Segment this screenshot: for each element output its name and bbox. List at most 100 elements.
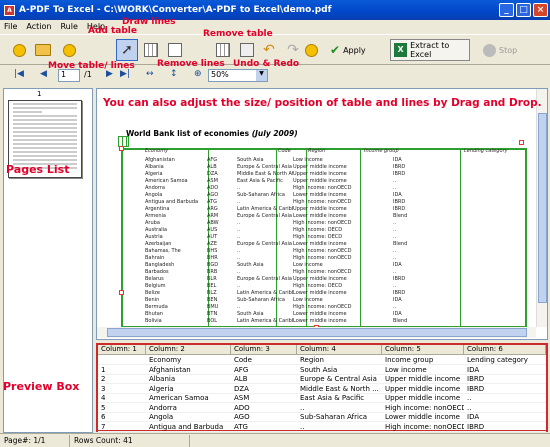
stop-button[interactable]: Stop [483,40,523,60]
preview-cell: American Samoa [149,394,209,402]
preview-col-header[interactable]: Column: 1 [98,345,146,354]
preview-row[interactable]: 4 American Samoa ASM East Asia & Pacific Upp… [98,394,546,403]
preview-col-header[interactable]: Column: 4 [297,345,382,354]
preview-cell: .. [300,403,305,412]
smile-icon-button-2[interactable] [58,39,80,61]
doc-table-cell: East Asia & Pacific [237,178,283,184]
horizontal-scrollbar[interactable] [97,327,536,338]
doc-table-cell: Upper middle income [293,206,347,212]
preview-cell: .. [467,394,472,402]
preview-cell: AFG [234,365,249,374]
menu-action[interactable]: Action [26,22,51,31]
doc-header-economy: Economy [145,148,169,154]
add-table-button[interactable] [140,39,162,61]
remove-lines-icon [240,43,254,57]
status-bar: Page#: 1/1 Rows Count: 41 [0,433,550,447]
doc-table-row: Bermuda BMU.. High income: nonOECD.. [127,304,453,310]
resize-handle[interactable] [119,290,124,295]
page-total: /1 [84,70,92,79]
preview-row[interactable]: 5 Andorra ADO.. High income: nonOECD.. [98,404,546,413]
doc-table-cell: Bermuda [145,304,168,310]
select-tool-button[interactable]: ➚ [116,39,138,61]
scroll-thumb[interactable] [107,328,527,337]
smile-icon [62,43,76,57]
doc-table-cell: ADO [207,185,219,191]
menu-rule[interactable]: Rule [60,22,77,31]
zoom-select[interactable]: 50% ▼ [208,69,268,82]
doc-table-row: Algeria DZA Middle East & North AfricaUppe… [127,171,453,177]
preview-cell: 1 [101,365,106,374]
preview-col-header[interactable]: Column: 3 [231,345,297,354]
doc-table-cell: IDA [393,311,402,317]
smile-icon [304,43,318,57]
extract-to-excel-button[interactable]: X Extract to Excel [390,39,470,61]
doc-table-cell: IBRD [393,206,406,212]
doc-table-cell: Europe & Central Asia [237,276,292,282]
apply-button[interactable]: ✔ Apply [330,40,372,60]
open-button[interactable] [32,39,54,61]
preview-cell: IDA [467,413,480,421]
scroll-thumb[interactable] [538,113,547,303]
preview-cell: ADO [234,403,250,412]
status-rows: Rows Count: 41 [70,434,190,447]
doc-table-cell: IDA [393,297,402,303]
pointer-icon: ➚ [121,42,133,58]
menu-file[interactable]: File [4,22,17,31]
zoom-icon[interactable]: ⊕ [194,69,202,79]
preview-col-header[interactable]: Column: 2 [146,345,231,354]
doc-table-cell: IDA [393,157,402,163]
doc-table-row: Barbados BRB.. High income: nonOECD.. [127,269,453,275]
doc-table-cell: Lower middle income [293,290,347,296]
doc-table-cell: Europe & Central Asia [237,213,292,219]
doc-table-cell: Low income [293,297,323,303]
resize-handle[interactable] [519,140,524,145]
preview-col-header[interactable]: Column: 5 [382,345,464,354]
doc-table-row: Belarus BLR Europe & Central Asia Upper mid… [127,276,453,282]
close-button[interactable]: × [533,3,548,17]
preview-col-header[interactable]: Column: 6 [464,345,546,354]
doc-table-row: American Samoa ASM East Asia & Pacific Uppe… [127,178,453,184]
doc-table-cell: Blend [393,241,408,247]
fit-width-icon[interactable]: ↔ [146,69,154,79]
fit-height-icon[interactable]: ↕ [170,69,178,79]
preview-cell: East Asia & Pacific [300,394,365,402]
resize-handle[interactable] [119,146,124,151]
preview-row[interactable]: 6 Angola AGO Sub-Saharan Africa Lower middle… [98,413,546,422]
undo-button[interactable]: ↶ [258,39,280,61]
preview-cell: South Asia [300,365,338,374]
preview-row[interactable]: 7 Antigua and Barbuda ATG.. High income: no… [98,423,546,432]
status-page: Page#: 1/1 [0,434,70,447]
doc-table-cell: High income: OECD [293,283,343,289]
minimize-button[interactable]: _ [499,3,514,17]
maximize-button[interactable]: □ [516,3,531,17]
first-page-icon[interactable]: |◀ [14,69,24,79]
preview-row[interactable]: 3 Algeria DZA Middle East & North ... Upper … [98,385,546,394]
smile-icon-button-3[interactable] [300,39,322,61]
column-line[interactable] [460,148,461,328]
doc-table-cell: ARM [207,213,219,219]
preview-cell: 5 [101,403,106,412]
vertical-scrollbar[interactable] [536,89,547,327]
doc-table-cell: Azerbaijan [145,241,172,247]
draw-lines-button[interactable] [164,39,186,61]
window-title: A-PDF To Excel - C:\WORK\Converter\A-PDF… [19,5,332,15]
smile-icon-button[interactable] [8,39,30,61]
remove-lines-button[interactable] [236,39,258,61]
preview-cell: Code [234,356,252,364]
doc-table-row: Bahamas, The BHS.. High income: nonOECD.. [127,248,453,254]
zoom-value: 50% [211,70,229,79]
doc-table-row: Aruba ABW.. High income: nonOECD.. [127,220,453,226]
doc-table-cell: .. [237,185,241,191]
doc-table-row: Bahrain BHR.. High income: nonOECD.. [127,255,453,261]
prev-page-icon[interactable]: ◀ [40,69,47,79]
doc-table-cell: Latin America & Caribbean [237,206,293,212]
remove-table-button[interactable] [212,39,234,61]
undo-icon: ↶ [263,42,275,58]
doc-table-cell: BEL [207,283,217,289]
doc-table-row: Belgium BEL.. High income: OECD.. [127,283,453,289]
preview-row[interactable]: Economy Code Region Income group Lending cat… [98,356,546,365]
doc-table-cell: Lower middle income [293,311,347,317]
preview-row[interactable]: 1 Afghanistan AFG South Asia Low income IDA [98,366,546,375]
preview-row[interactable]: 2 Albania ALB Europe & Central Asia Upper mi… [98,375,546,384]
doc-table-row: Angola AGO Sub-Saharan Africa Lower middle … [127,192,453,198]
